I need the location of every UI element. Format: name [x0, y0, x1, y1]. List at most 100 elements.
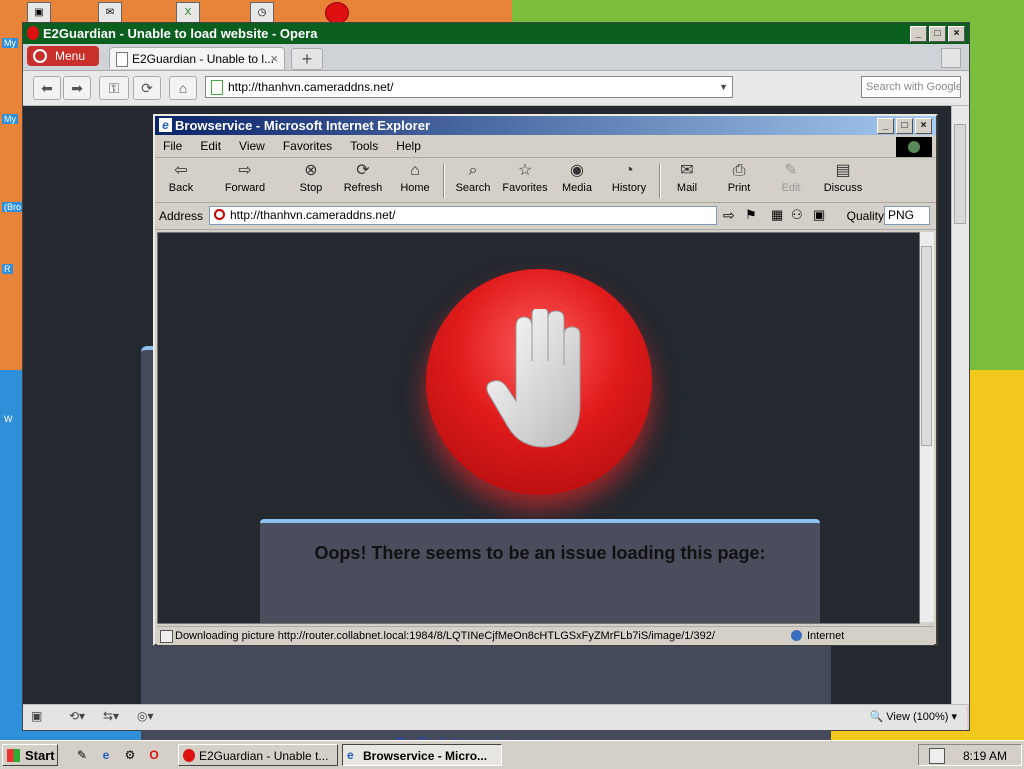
favorites-icon: ☆: [517, 162, 533, 179]
opera-search-field[interactable]: Search with Google: [861, 76, 961, 98]
opera-titlebar[interactable]: E2Guardian - Unable to load website - Op…: [23, 23, 969, 44]
desktop-icon-opera[interactable]: [325, 2, 349, 24]
ie-print-label: Print: [727, 182, 751, 194]
ie-favorites-label: Favorites: [502, 182, 548, 194]
chevron-down-icon[interactable]: ▼: [719, 77, 728, 97]
maximize-button[interactable]: □: [929, 26, 946, 42]
ie-home-button[interactable]: ⌂ Home: [391, 162, 439, 194]
ie-maximize-button[interactable]: □: [896, 118, 913, 134]
opera-tabbar: Menu E2Guardian - Unable to l... × +: [23, 44, 969, 71]
back-button[interactable]: ⬅: [33, 76, 61, 100]
minimize-button[interactable]: _: [910, 26, 927, 42]
bookmark-icon[interactable]: ⚑: [745, 207, 757, 223]
opera-statusbar: ▣ ⟲▾ ⇆▾ ◎▾ 🔍 View (100%) ▾: [23, 704, 967, 730]
tab-close-icon[interactable]: ×: [270, 48, 278, 70]
task-opera[interactable]: E2Guardian - Unable t...: [178, 744, 338, 766]
ie-print-button[interactable]: ⎙ Print: [715, 162, 763, 194]
clock[interactable]: 8:19 AM: [963, 745, 1007, 767]
sync-icon[interactable]: ⟲▾: [69, 709, 85, 725]
desktop-icon-excel[interactable]: X: [176, 2, 200, 24]
forward-arrow-icon: ⇨: [238, 162, 252, 179]
menu-view[interactable]: View: [239, 139, 265, 153]
trash-icon[interactable]: [941, 48, 961, 68]
quicklaunch-desktop-icon[interactable]: ✎: [74, 747, 90, 763]
panel-toggle-icon[interactable]: ▣: [31, 709, 42, 725]
page-icon: [211, 80, 223, 95]
network-icon[interactable]: [929, 748, 945, 764]
ie-discuss-button[interactable]: ▤ Discuss: [819, 162, 867, 194]
start-label: Start: [25, 748, 55, 763]
quality-select[interactable]: PNG: [884, 206, 930, 225]
zoom-control[interactable]: 🔍 View (100%) ▾: [869, 710, 957, 723]
ie-mail-label: Mail: [676, 182, 698, 194]
ie-back-button[interactable]: ⇦ Back: [157, 162, 205, 194]
ie-window: e Browservice - Microsoft Internet Explo…: [153, 114, 938, 646]
quicklaunch-opera-icon[interactable]: O: [146, 747, 162, 763]
tab-e2guardian[interactable]: E2Guardian - Unable to l... ×: [109, 47, 285, 69]
ie-scroll-thumb[interactable]: [921, 246, 932, 446]
page-icon[interactable]: ▦: [771, 207, 783, 223]
turbo-icon[interactable]: ◎▾: [137, 709, 154, 725]
home-button[interactable]: ⌂: [169, 76, 197, 100]
quicklaunch-messenger-icon[interactable]: ⚙: [122, 747, 138, 763]
menu-help[interactable]: Help: [396, 139, 421, 153]
find-binoculars-icon[interactable]: ⚇: [791, 207, 803, 223]
ie-search-button[interactable]: ⌕ Search: [449, 162, 497, 194]
ie-zone-label: Internet: [807, 630, 845, 642]
reload-button[interactable]: ⟳: [133, 76, 161, 100]
start-button[interactable]: Start: [2, 744, 58, 766]
opera-address-bar[interactable]: http://thanhvn.cameraddns.net/ ▼: [205, 76, 733, 98]
no-entry-icon: [214, 209, 225, 220]
taskbar: Start ✎ e ⚙ O E2Guardian - Unable t... e…: [0, 740, 1024, 769]
ie-back-label: Back: [168, 182, 194, 194]
ie-minimize-button[interactable]: _: [877, 118, 894, 134]
ie-scrollbar[interactable]: [920, 232, 934, 622]
menu-tools[interactable]: Tools: [350, 139, 378, 153]
opera-menu-button[interactable]: Menu: [27, 46, 99, 66]
ie-mail-button[interactable]: ✉ Mail: [663, 162, 711, 194]
opera-menu-label: Menu: [55, 49, 86, 63]
ie-refresh-button[interactable]: ⟳ Refresh: [339, 162, 387, 194]
windows-throbber-icon: [896, 137, 932, 157]
new-tab-button[interactable]: +: [291, 48, 323, 70]
ie-favorites-button[interactable]: ☆ Favorites: [501, 162, 549, 194]
media-icon: ◉: [570, 162, 584, 179]
ie-media-button[interactable]: ◉ Media: [553, 162, 601, 194]
desktop-icon-clock[interactable]: ◷: [250, 2, 274, 24]
ie-address-bar[interactable]: http://thanhvn.cameraddns.net/: [209, 206, 717, 225]
desktop-icon-mail[interactable]: ✉: [98, 2, 122, 24]
opera-scrollbar[interactable]: [951, 106, 969, 704]
ie-close-button[interactable]: ×: [915, 118, 932, 134]
ie-history-label: History: [611, 182, 647, 194]
menu-file[interactable]: File: [163, 139, 182, 153]
globe-icon: [791, 630, 802, 641]
desktop-label-5[interactable]: W: [2, 414, 15, 424]
ie-stop-button[interactable]: ⊗ Stop: [287, 162, 335, 194]
mail-icon: ✉: [680, 162, 694, 179]
ie-titlebar[interactable]: e Browservice - Microsoft Internet Explo…: [155, 116, 936, 135]
desktop-label-1[interactable]: My: [2, 38, 18, 48]
task-browservice[interactable]: e Browservice - Micro...: [342, 744, 502, 766]
share-icon[interactable]: ⇆▾: [103, 709, 119, 725]
desktop-label-3[interactable]: (Bro: [2, 202, 24, 212]
quicklaunch-ie-icon[interactable]: e: [98, 747, 114, 763]
desktop-label-2[interactable]: My: [2, 114, 18, 124]
key-icon[interactable]: ⚿: [99, 76, 129, 100]
forward-button[interactable]: ➡: [63, 76, 91, 100]
ie-edit-button[interactable]: ✎ Edit: [767, 162, 815, 194]
opera-url: http://thanhvn.cameraddns.net/: [228, 80, 394, 94]
opera-logo-icon: [183, 749, 195, 762]
history-icon: ◔: [624, 162, 634, 179]
menu-edit[interactable]: Edit: [200, 139, 221, 153]
scroll-thumb[interactable]: [954, 124, 966, 224]
ie-history-button[interactable]: ◔ History: [605, 162, 653, 194]
close-button[interactable]: ×: [948, 26, 965, 42]
clipboard-icon[interactable]: ▣: [813, 207, 825, 223]
go-arrow-icon[interactable]: ⇨: [723, 207, 735, 224]
menu-favorites[interactable]: Favorites: [283, 139, 332, 153]
stop-hand-icon: [426, 269, 652, 495]
desktop-icon-computer[interactable]: ▣: [27, 2, 51, 24]
ie-forward-button[interactable]: ⇨ Forward: [221, 162, 269, 194]
desktop-label-4[interactable]: R: [2, 264, 13, 274]
ie-media-label: Media: [562, 182, 592, 194]
